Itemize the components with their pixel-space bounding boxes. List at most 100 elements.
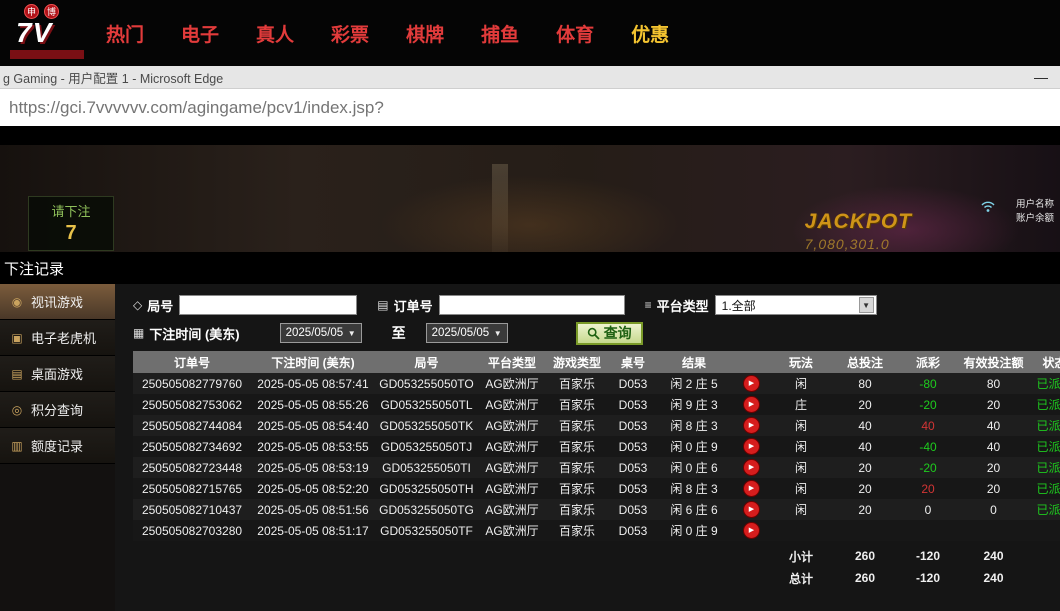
bet-time-cell: 2025-05-05 08:51:56 xyxy=(251,499,375,520)
play-icon: ▶ xyxy=(749,380,754,387)
sidebar-item[interactable]: ▣电子老虎机 xyxy=(0,320,115,356)
credit-record-icon: ▥ xyxy=(10,439,24,453)
game-type-cell: 百家乐 xyxy=(546,436,608,457)
user-name-label: 用户名称 xyxy=(1016,198,1054,212)
nav-item[interactable]: 优惠 xyxy=(631,20,669,47)
date-from-value: 2025/05/05 xyxy=(286,327,344,339)
play-video-button[interactable]: ▶ xyxy=(744,502,759,517)
status-badge: 已派彩 xyxy=(1031,436,1060,457)
sidebar-item[interactable]: ▥ 额度记录 xyxy=(0,428,115,464)
column-header: 派彩 xyxy=(900,351,956,373)
column-header: 订单号 xyxy=(133,351,251,373)
status-badge xyxy=(1031,520,1060,541)
platform-cell: AG欧洲厅 xyxy=(478,499,546,520)
table-header-row: 订单号下注时间 (美东)局号平台类型游戏类型桌号结果玩法总投注派彩有效投注额状态 xyxy=(133,351,1060,373)
search-icon xyxy=(587,327,600,340)
totals-total-bet: 260 xyxy=(830,545,900,567)
sidebar-item[interactable]: ▤桌面游戏 xyxy=(0,356,115,392)
main-panel: ◇ 局号 ▤ 订单号 ≡ 平台类型 1.全部 ▼ xyxy=(115,284,1060,611)
play-video-button[interactable]: ▶ xyxy=(744,439,759,454)
bet-time-cell: 2025-05-05 08:52:20 xyxy=(251,478,375,499)
payout-cell: 0 xyxy=(900,499,956,520)
sidebar-item[interactable]: ◎积分查询 xyxy=(0,392,115,428)
video-cell: ▶ xyxy=(730,394,772,415)
nav-item[interactable]: 体育 xyxy=(556,20,594,47)
column-header: 局号 xyxy=(375,351,478,373)
video-cell: ▶ xyxy=(730,478,772,499)
date-to-select[interactable]: 2025/05/05 ▼ xyxy=(426,323,508,343)
browser-urlbar[interactable]: https://gci.7vvvvvv.com/agingame/pcv1/in… xyxy=(0,89,1060,126)
platform-select[interactable]: 1.全部 ▼ xyxy=(715,295,877,315)
browser-titlebar: g Gaming - 用户配置 1 - Microsoft Edge — xyxy=(0,66,1060,89)
bet-time-label: ▦ 下注时间 (美东) xyxy=(133,324,240,343)
nav-item[interactable]: 电子 xyxy=(181,20,219,47)
round-id-cell: GD053255050TJ xyxy=(375,436,478,457)
nav-item[interactable]: 真人 xyxy=(256,20,294,47)
play-icon: ▶ xyxy=(749,464,754,471)
payout-cell: 40 xyxy=(900,415,956,436)
subtotal-row: 小计260-120240 xyxy=(133,545,1060,567)
column-header: 状态 xyxy=(1031,351,1060,373)
valid-bet-cell: 20 xyxy=(956,478,1031,499)
play-video-button[interactable]: ▶ xyxy=(744,460,759,475)
total-bet-cell: 20 xyxy=(830,478,900,499)
valid-bet-cell: 20 xyxy=(956,457,1031,478)
play-video-button[interactable]: ▶ xyxy=(744,523,759,538)
video-cell: ▶ xyxy=(730,457,772,478)
date-from-select[interactable]: 2025/05/05 ▼ xyxy=(280,323,362,343)
column-header: 有效投注额 xyxy=(956,351,1031,373)
jackpot-label: JACKPOT xyxy=(805,210,912,234)
nav-item[interactable]: 热门 xyxy=(106,20,144,47)
sidebar-item-label: 额度记录 xyxy=(31,436,83,455)
platform-label-text: 平台类型 xyxy=(657,296,709,315)
bet-records-table: 订单号下注时间 (美东)局号平台类型游戏类型桌号结果玩法总投注派彩有效投注额状态… xyxy=(133,351,1060,589)
search-button-label: 查询 xyxy=(604,323,632,343)
jackpot-display: JACKPOT 7,080,301.0 xyxy=(805,210,912,252)
game-type-cell: 百家乐 xyxy=(546,499,608,520)
wifi-icon xyxy=(980,200,996,218)
game-type-cell: 百家乐 xyxy=(546,394,608,415)
window-title: g Gaming - 用户配置 1 - Microsoft Edge xyxy=(3,68,1022,87)
order-input[interactable] xyxy=(439,295,625,315)
column-header: 下注时间 (美东) xyxy=(251,351,375,373)
totals-valid-bet: 240 xyxy=(956,567,1031,589)
round-label-text: 局号 xyxy=(147,296,173,315)
result-cell: 闲 8 庄 3 xyxy=(658,478,730,499)
play-type-cell: 闲 xyxy=(772,415,830,436)
valid-bet-cell: 0 xyxy=(956,499,1031,520)
round-label: ◇ 局号 xyxy=(133,296,173,315)
table-row: 2505050827530622025-05-05 08:55:26GD0532… xyxy=(133,394,1060,415)
status-badge: 已派彩 xyxy=(1031,394,1060,415)
round-id-cell: GD053255050TG xyxy=(375,499,478,520)
play-video-button[interactable]: ▶ xyxy=(744,397,759,412)
column-header: 玩法 xyxy=(772,351,830,373)
play-video-button[interactable]: ▶ xyxy=(744,418,759,433)
logo-text: 7V xyxy=(16,17,52,49)
play-video-button[interactable]: ▶ xyxy=(744,376,759,391)
round-input[interactable] xyxy=(179,295,357,315)
table-row: 2505050827440842025-05-05 08:54:40GD0532… xyxy=(133,415,1060,436)
table-id-cell: D053 xyxy=(608,478,658,499)
column-header: 平台类型 xyxy=(478,351,546,373)
play-video-button[interactable]: ▶ xyxy=(744,481,759,496)
result-cell: 闲 9 庄 3 xyxy=(658,394,730,415)
platform-label: ≡ 平台类型 xyxy=(645,296,709,315)
nav-item[interactable]: 棋牌 xyxy=(406,20,444,47)
minimize-button[interactable]: — xyxy=(1022,69,1060,85)
sidebar-item[interactable]: ◉视讯游戏 xyxy=(0,284,115,320)
platform-cell: AG欧洲厅 xyxy=(478,478,546,499)
order-label: ▤ 订单号 xyxy=(377,296,432,315)
content: ◉视讯游戏▣电子老虎机▤桌面游戏◎积分查询 ▥ 额度记录 ◇ 局号 ▤ 订单号 ≡ … xyxy=(0,284,1060,611)
order-id-cell: 250505082723448 xyxy=(133,457,251,478)
search-button[interactable]: 查询 xyxy=(576,322,643,345)
nav-item[interactable]: 彩票 xyxy=(331,20,369,47)
site-logo[interactable]: 申 博 7V xyxy=(0,0,96,66)
totals-label: 小计 xyxy=(772,545,830,567)
filter-row-1: ◇ 局号 ▤ 订单号 ≡ 平台类型 1.全部 ▼ xyxy=(133,293,1060,317)
order-id-cell: 250505082744084 xyxy=(133,415,251,436)
nav-item[interactable]: 捕鱼 xyxy=(481,20,519,47)
game-banner: 请下注 7 JACKPOT 7,080,301.0 用户名称 账户余额 xyxy=(0,126,1060,252)
nav-menu: 热门 电子 真人 彩票 棋牌 捕鱼 体育 优惠 xyxy=(106,20,669,47)
column-header xyxy=(730,351,772,373)
round-id-cell: GD053255050TH xyxy=(375,478,478,499)
